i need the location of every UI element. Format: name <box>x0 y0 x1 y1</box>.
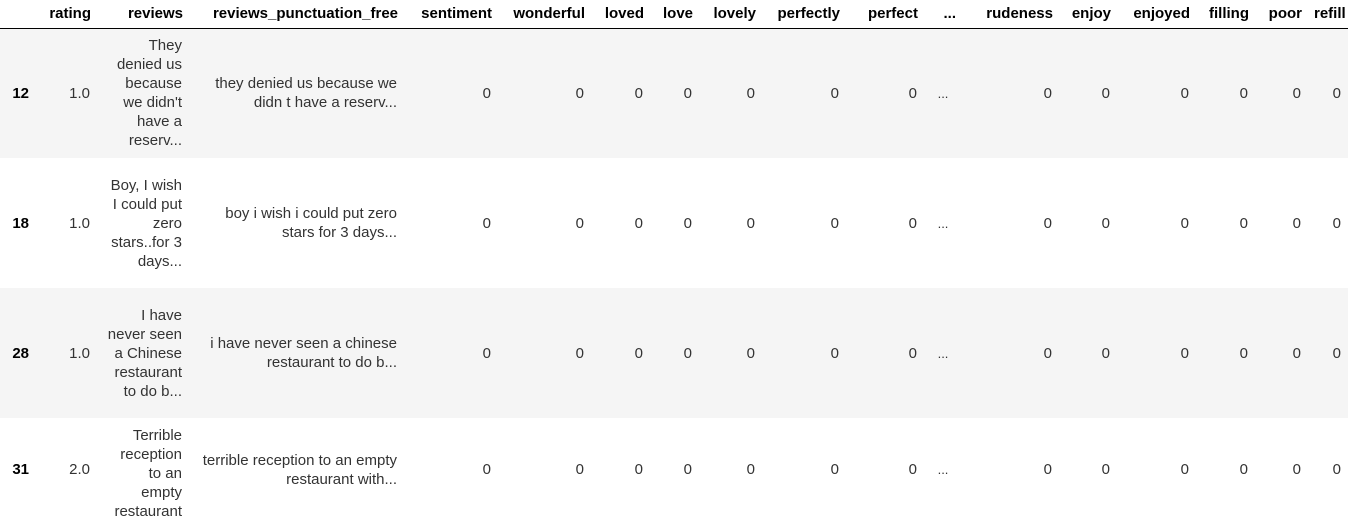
column-header: reviews <box>97 0 189 29</box>
table-cell: ... <box>937 345 949 361</box>
index-header <box>0 0 35 29</box>
table-cell: 0 <box>575 84 584 102</box>
table-cell: Terrible reception to an empty restauran… <box>114 427 182 520</box>
column-header: refill <box>1308 0 1348 29</box>
table-cell: 0 <box>1239 84 1248 102</box>
table-row: 12 1.0 They denied us because we didn't ha… <box>0 28 1348 158</box>
table-cell: 0 <box>746 84 755 102</box>
table-cell: 0 <box>1292 344 1301 362</box>
table-cell: ... <box>937 462 949 477</box>
table-cell: 1.0 <box>69 344 90 362</box>
table-cell: 0 <box>830 214 839 232</box>
dataframe-table: rating reviews reviews_punctuation_free sen… <box>0 0 1348 521</box>
table-cell: 0 <box>1043 214 1052 232</box>
table-cell: 0 <box>830 344 839 362</box>
column-header: loved <box>591 0 650 29</box>
row-index: 12 <box>12 84 29 102</box>
column-header: perfect <box>846 0 924 29</box>
table-cell: 0 <box>830 84 839 102</box>
table-row: 18 1.0 Boy, I wish I could put zero stars.… <box>0 158 1348 288</box>
table-cell: 0 <box>908 344 917 362</box>
table-cell: 0 <box>830 461 839 478</box>
table-cell: 0 <box>482 344 491 362</box>
table-body: 12 1.0 They denied us because we didn't ha… <box>0 28 1348 521</box>
table-cell: 1.0 <box>69 84 90 102</box>
table-row: 28 1.0 I have never seen a Chinese restaur… <box>0 288 1348 418</box>
table-cell: terrible reception to an empty restauran… <box>202 451 397 488</box>
table-cell: 0 <box>1332 344 1341 362</box>
column-header: wonderful <box>498 0 591 29</box>
column-header: enjoy <box>1059 0 1117 29</box>
table-cell: They denied us because we didn't have a … <box>116 37 182 150</box>
table-cell: 0 <box>1332 214 1341 232</box>
table-cell: 0 <box>1043 461 1052 478</box>
table-cell: 0 <box>683 461 692 478</box>
table-cell: 0 <box>1101 84 1110 102</box>
table-cell: 0 <box>634 214 643 232</box>
row-index: 18 <box>12 214 29 232</box>
table-cell: 0 <box>746 214 755 232</box>
table-cell: Boy, I wish I could put zero stars..for … <box>110 176 182 270</box>
table-cell: 2.0 <box>69 461 90 478</box>
table-cell: 0 <box>1239 461 1248 478</box>
table-cell: 0 <box>1180 84 1189 102</box>
table-cell: boy i wish i could put zero stars for 3 … <box>225 205 397 241</box>
column-header: lovely <box>699 0 762 29</box>
column-header: reviews_punctuation_free <box>189 0 404 29</box>
table-cell: 0 <box>575 214 584 232</box>
column-header: love <box>650 0 699 29</box>
table-cell: 0 <box>1101 461 1110 478</box>
table-cell: 0 <box>482 84 491 102</box>
column-header: filling <box>1196 0 1255 29</box>
table-cell: 0 <box>908 461 917 478</box>
table-cell: 0 <box>746 461 755 478</box>
table-cell: 0 <box>908 214 917 232</box>
table-cell: ... <box>937 215 949 231</box>
column-header: rudeness <box>962 0 1059 29</box>
table-cell: 0 <box>1332 84 1341 102</box>
column-header: rating <box>35 0 97 29</box>
table-cell: ... <box>937 85 949 101</box>
table-row: 31 2.0 Terrible reception to an empty rest… <box>0 418 1348 521</box>
table-cell: 0 <box>746 344 755 362</box>
table-cell: 0 <box>634 461 643 478</box>
table-cell: 0 <box>1332 461 1341 478</box>
table-cell: 0 <box>1292 461 1301 478</box>
table-cell: 0 <box>1180 461 1189 478</box>
table-cell: 0 <box>482 461 491 478</box>
table-cell: 0 <box>1239 214 1248 232</box>
table-cell: 0 <box>908 84 917 102</box>
table-cell: 0 <box>1180 214 1189 232</box>
table-cell: I have never seen a Chinese restaurant t… <box>107 306 182 400</box>
table-cell: 1.0 <box>69 214 90 232</box>
table-cell: 0 <box>482 214 491 232</box>
table-cell: 0 <box>634 84 643 102</box>
table-cell: 0 <box>683 344 692 362</box>
table-cell: 0 <box>683 84 692 102</box>
table-cell: 0 <box>575 461 584 478</box>
column-header: perfectly <box>762 0 846 29</box>
table-cell: 0 <box>1101 214 1110 232</box>
column-header: ... <box>924 0 962 29</box>
table-cell: 0 <box>683 214 692 232</box>
table-cell: 0 <box>1292 214 1301 232</box>
table-cell: 0 <box>634 344 643 362</box>
table-cell: 0 <box>1239 344 1248 362</box>
row-index: 28 <box>12 344 29 362</box>
column-header: poor <box>1255 0 1308 29</box>
table-cell: i have never seen a chinese restaurant t… <box>210 335 397 371</box>
header-row: rating reviews reviews_punctuation_free sen… <box>0 0 1348 29</box>
table-cell: they denied us because we didn t have a … <box>215 75 397 112</box>
table-cell: 0 <box>1292 84 1301 102</box>
table-cell: 0 <box>1043 84 1052 102</box>
table-cell: 0 <box>1043 344 1052 362</box>
table-cell: 0 <box>1101 344 1110 362</box>
table-cell: 0 <box>575 344 584 362</box>
column-header: sentiment <box>404 0 498 29</box>
table-cell: 0 <box>1180 344 1189 362</box>
column-header: enjoyed <box>1117 0 1196 29</box>
row-index: 31 <box>12 461 29 478</box>
